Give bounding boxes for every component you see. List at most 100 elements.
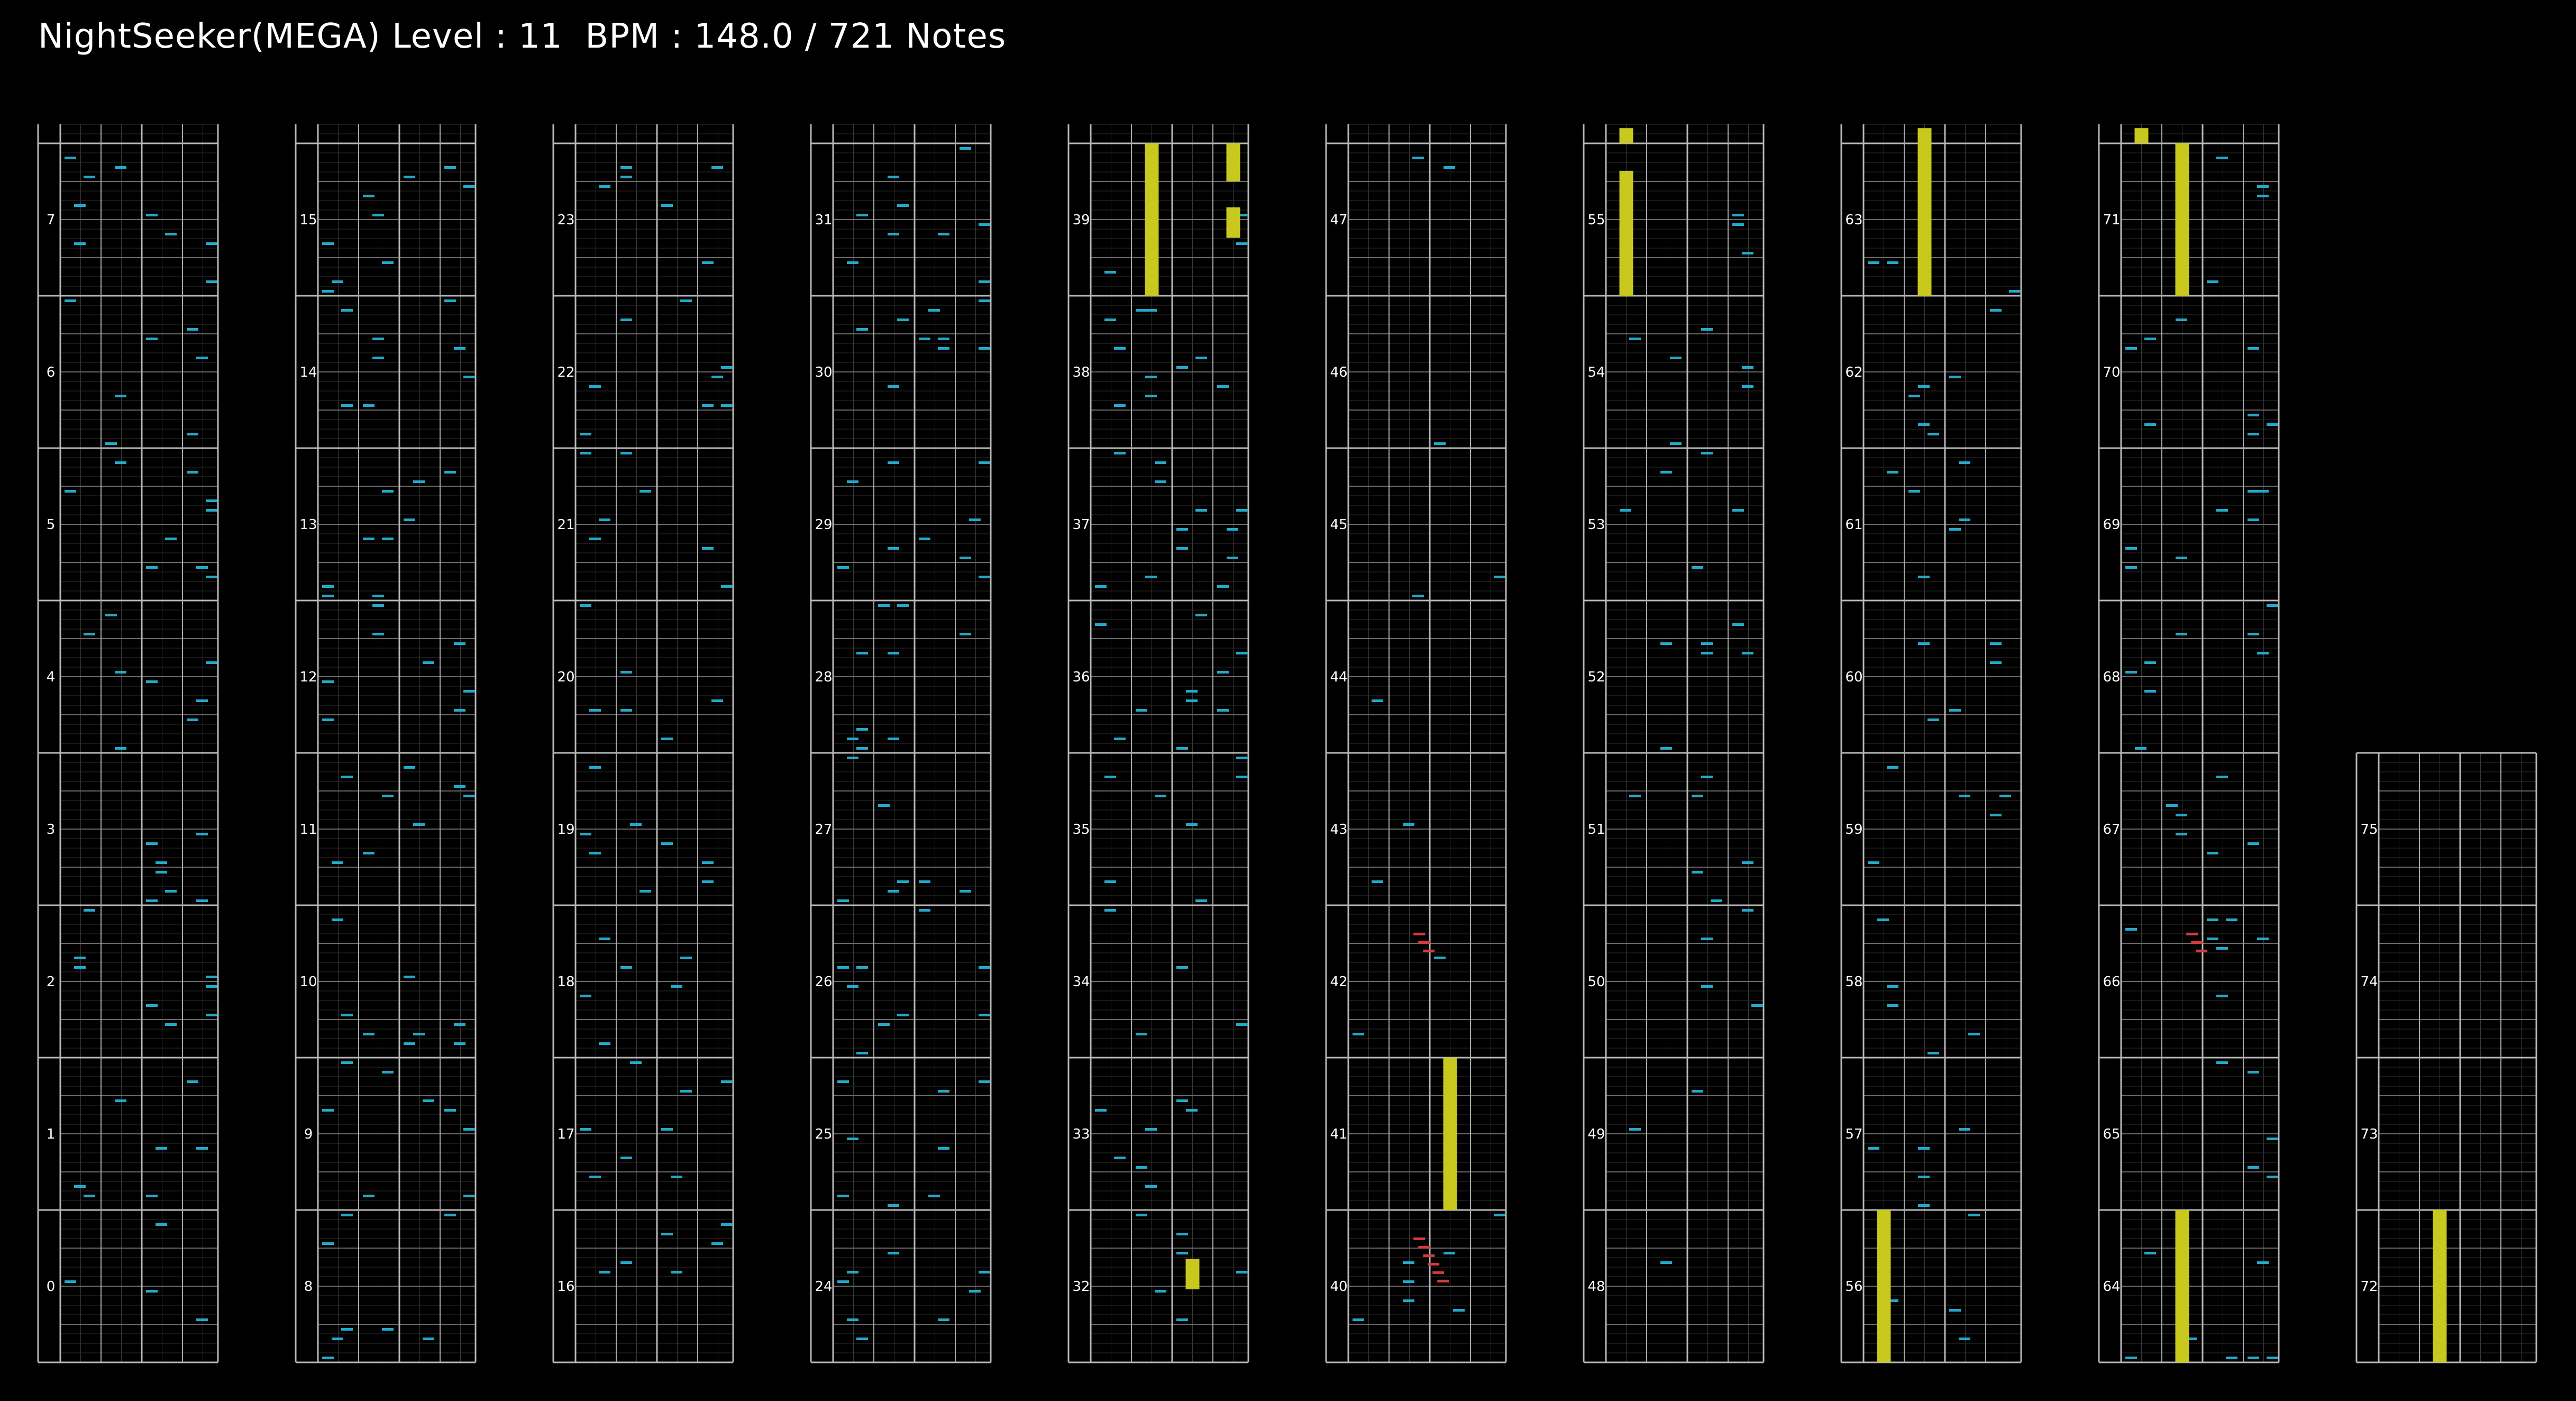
note [919, 338, 930, 340]
measure-number: 31 [815, 212, 832, 228]
measure-number: 66 [2103, 974, 2120, 990]
note [1155, 1290, 1166, 1293]
note [1990, 642, 2002, 645]
note [878, 604, 890, 607]
note [115, 747, 126, 750]
measure-number: 11 [299, 822, 317, 838]
note [721, 585, 733, 588]
note [1742, 909, 1753, 912]
measure-number: 19 [557, 822, 574, 838]
note [1104, 319, 1116, 321]
note [888, 738, 899, 740]
note [463, 690, 475, 693]
note [2216, 157, 2228, 159]
hold-note [1619, 170, 1633, 296]
note [1918, 1204, 1930, 1207]
note [847, 480, 858, 483]
note [1959, 518, 1970, 521]
note [1959, 461, 1970, 464]
note [84, 909, 95, 912]
measure-number: 5 [47, 517, 56, 533]
note [1959, 1338, 1970, 1340]
measure-number: 73 [2360, 1126, 2378, 1142]
note [897, 880, 909, 883]
note [1176, 1099, 1188, 1102]
note [196, 833, 208, 835]
note [680, 299, 692, 302]
note [2216, 776, 2228, 778]
note [888, 461, 899, 464]
note [837, 1280, 849, 1283]
note [332, 1338, 343, 1340]
note [620, 709, 632, 712]
note [454, 1042, 465, 1045]
note [1176, 528, 1188, 531]
hold-note [1917, 128, 1932, 296]
note [1660, 1261, 1672, 1264]
note [206, 280, 217, 283]
red-note [1423, 949, 1435, 952]
note [454, 785, 465, 788]
note [1990, 309, 2002, 312]
note [363, 404, 374, 407]
measure-number: 3 [47, 822, 56, 838]
note [960, 147, 971, 150]
note [2144, 1252, 2156, 1254]
note [919, 880, 930, 883]
note [454, 347, 465, 350]
note [897, 604, 909, 607]
note [206, 985, 217, 988]
note [847, 1271, 858, 1273]
note [979, 966, 990, 969]
note [1918, 642, 1930, 645]
note [1660, 471, 1672, 474]
note [1918, 1176, 1930, 1178]
note [1670, 442, 1682, 445]
note [661, 738, 673, 740]
measure-number: 72 [2360, 1279, 2378, 1295]
note [599, 1042, 610, 1045]
measure-number: 20 [557, 669, 574, 685]
note [206, 499, 217, 502]
note [1732, 223, 1744, 226]
note [1195, 614, 1207, 616]
note [979, 461, 990, 464]
note [1114, 738, 1126, 740]
note [1236, 776, 1248, 778]
note [105, 614, 117, 616]
note [1176, 747, 1188, 750]
note [897, 1014, 909, 1016]
note [1742, 252, 1753, 254]
note [2144, 690, 2156, 693]
note [888, 652, 899, 654]
note [187, 718, 198, 721]
note [2248, 842, 2259, 845]
note [661, 1233, 673, 1235]
note [847, 261, 858, 264]
note [969, 518, 981, 521]
note [444, 471, 456, 474]
note [156, 861, 167, 864]
note [2248, 414, 2259, 416]
red-note [1437, 1279, 1449, 1282]
note [580, 833, 591, 835]
note [165, 890, 177, 893]
note [599, 938, 610, 940]
note [580, 433, 591, 435]
red-note [1413, 932, 1426, 935]
note [1095, 585, 1107, 588]
note [2009, 290, 2021, 293]
note [372, 604, 384, 607]
note [671, 1271, 682, 1273]
note [1095, 623, 1107, 626]
note [979, 347, 990, 350]
note [589, 1176, 601, 1178]
note [1692, 566, 1703, 569]
note [2207, 280, 2218, 283]
red-note [2196, 949, 2208, 952]
measure-number: 45 [1330, 517, 1347, 533]
note [1217, 385, 1229, 388]
note [146, 214, 158, 216]
note [979, 576, 990, 578]
note [837, 1195, 849, 1197]
